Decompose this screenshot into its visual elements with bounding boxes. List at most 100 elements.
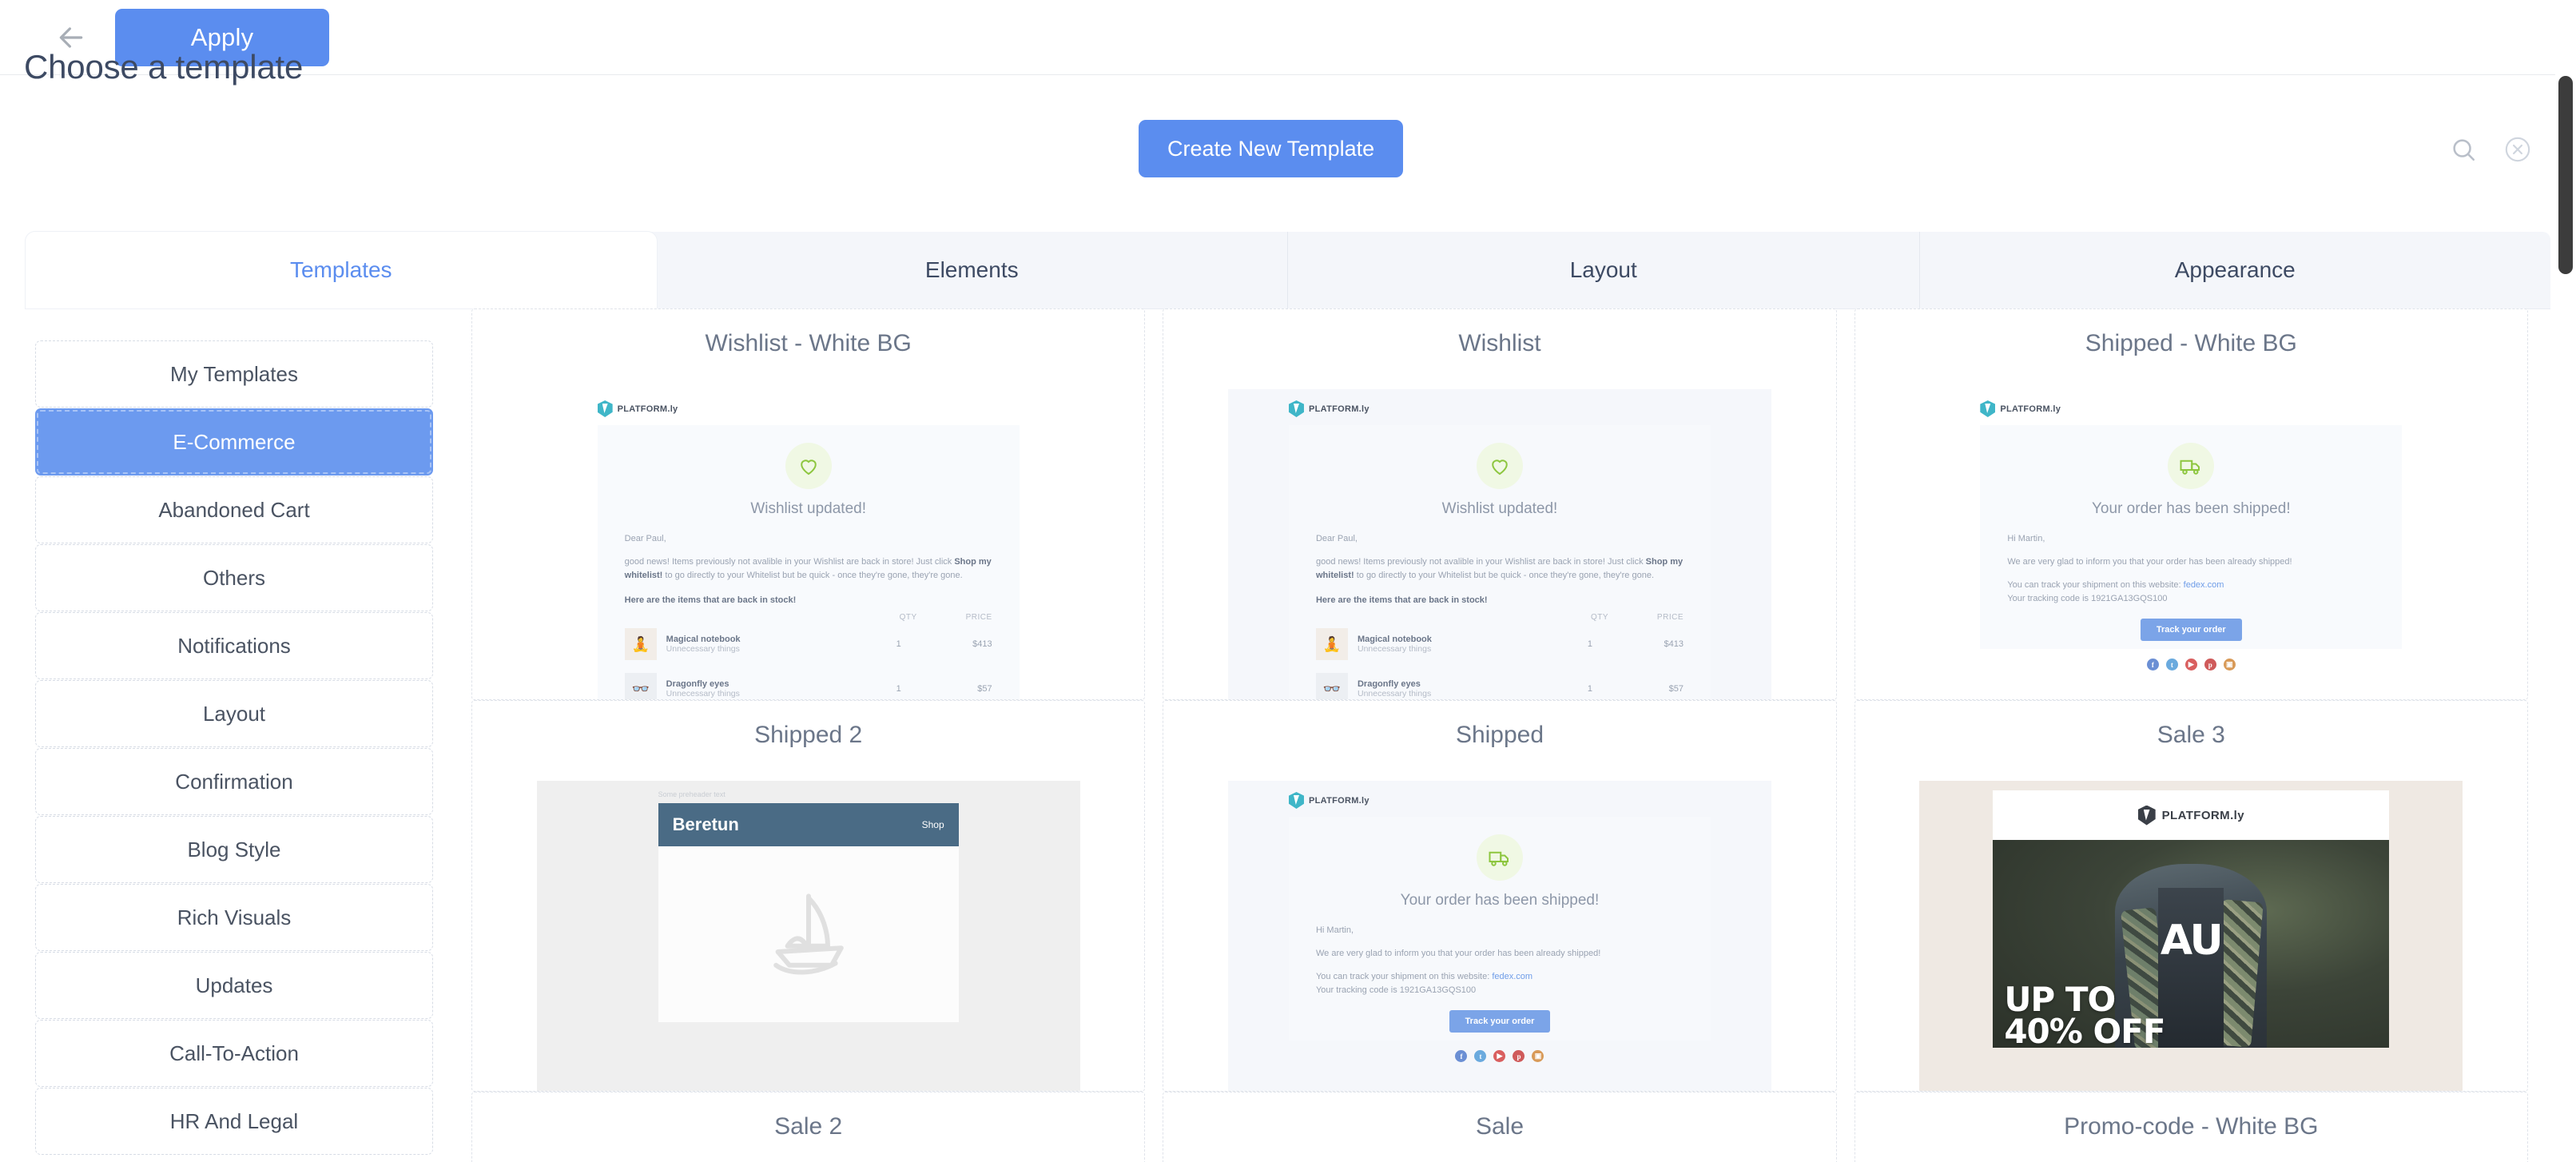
template-card[interactable]: Shipped PLATFORM.ly Your order has been … [1163, 700, 1837, 1092]
product-thumb-icon: 🧘 [624, 628, 657, 661]
offer-text: UP TO 40% OFF [2004, 980, 2165, 1048]
preview-brand: PLATFORM.ly [1228, 792, 1771, 809]
tab-appearance[interactable]: Appearance [1920, 232, 2551, 308]
heart-icon [785, 443, 832, 489]
sidebar-item-abandoned-cart[interactable]: Abandoned Cart [35, 476, 433, 543]
product-thumb-icon: 👓 [624, 673, 657, 699]
platformly-logo-icon [1288, 400, 1304, 417]
template-card-title: Sale 2 [774, 1113, 843, 1140]
page-scrollbar[interactable] [2555, 0, 2576, 1162]
preview-body: good news! Items previously not avalible… [624, 557, 992, 581]
twitter-icon[interactable]: t [1474, 1050, 1487, 1063]
preview-heading: Wishlist updated! [750, 500, 866, 517]
twitter-icon[interactable]: t [2165, 659, 2178, 671]
template-card-title: Sale [1475, 1113, 1525, 1140]
preview-greeting: Dear Paul, [1315, 534, 1358, 543]
template-card[interactable]: Sale 2 [471, 1092, 1146, 1162]
sidebar-item-call-to-action[interactable]: Call-To-Action [35, 1020, 433, 1087]
sidebar-item-layout[interactable]: Layout [35, 680, 433, 747]
preview-item-row: 🧘 Magical notebook Unnecessary things 1 $… [598, 622, 1020, 667]
sidebar-item-others[interactable]: Others [35, 544, 433, 611]
template-card[interactable]: Wishlist - White BG PLATFORM.ly Wishlist… [471, 308, 1146, 700]
truck-icon [2168, 443, 2215, 489]
preview-greeting: Hi Martin, [2007, 534, 2045, 543]
template-card[interactable]: Sale [1163, 1092, 1837, 1162]
tab-layout[interactable]: Layout [1288, 232, 1920, 308]
template-preview: PLATFORM.ly Wishlist updated! Dear Paul,… [1227, 389, 1771, 699]
template-card[interactable]: Promo-code - White BG [1854, 1092, 2528, 1162]
template-preview: PLATFORM.ly AU UP TO 40% OFF [1919, 781, 2463, 1091]
fedex-link[interactable]: fedex.com [2184, 580, 2224, 590]
preview-item-row: 👓 Dragonfly eyes Unnecessary things 1 $57 [1289, 667, 1711, 699]
sidebar-item-blog-style[interactable]: Blog Style [35, 816, 433, 883]
preview-heading: Your order has been shipped! [2092, 500, 2291, 517]
sidebar-item-hr-and-legal[interactable]: HR And Legal [35, 1088, 433, 1155]
youtube-icon[interactable]: ▶ [1493, 1050, 1506, 1063]
template-card-title: Shipped 2 [754, 722, 863, 748]
template-preview: Some preheader text Beretun Shop [536, 781, 1080, 1091]
sailboat-icon [761, 885, 857, 985]
template-card[interactable]: Shipped 2 Some preheader text Beretun Sh… [471, 700, 1146, 1092]
brand-name: Beretun [672, 814, 739, 834]
template-card-title: Wishlist [1458, 330, 1541, 356]
pinterest-icon[interactable]: p [1513, 1050, 1525, 1063]
instagram-icon[interactable]: ▣ [2223, 659, 2236, 671]
category-sidebar: My Templates E-Commerce Abandoned Cart O… [0, 308, 471, 1162]
preview-heading: Wishlist updated! [1441, 500, 1558, 517]
platformly-logo-icon [2137, 805, 2156, 826]
preview-subheading: Here are the items that are back in stoc… [624, 595, 797, 606]
hero-photo: AU UP TO 40% OFF [1993, 840, 2390, 1048]
shop-link[interactable]: Shop [922, 819, 944, 830]
preview-brand: PLATFORM.ly [537, 400, 1080, 417]
tab-templates[interactable]: Templates [26, 232, 657, 308]
preview-greeting: Dear Paul, [624, 534, 666, 543]
tab-elements[interactable]: Elements [657, 232, 1288, 308]
heart-icon [1476, 443, 1523, 489]
sidebar-item-updates[interactable]: Updates [35, 952, 433, 1019]
preview-brand: PLATFORM.ly [1228, 400, 1771, 417]
template-preview: PLATFORM.ly Wishlist updated! Dear Paul,… [536, 389, 1080, 699]
social-icons: f t ▶ p ▣ [1228, 1041, 1771, 1065]
scrollbar-thumb[interactable] [2558, 76, 2573, 274]
page-title: Choose a template [24, 48, 304, 86]
instagram-icon[interactable]: ▣ [1532, 1050, 1544, 1063]
template-card[interactable]: Wishlist PLATFORM.ly Wishlist updated! D… [1163, 308, 1837, 700]
sidebar-item-e-commerce[interactable]: E-Commerce [35, 408, 433, 476]
fedex-link[interactable]: fedex.com [1492, 972, 1532, 981]
top-bar: Apply [0, 0, 2576, 75]
close-circle-icon[interactable] [2501, 133, 2534, 166]
sidebar-item-my-templates[interactable]: My Templates [35, 340, 433, 408]
template-card-title: Sale 3 [2157, 722, 2225, 748]
preview-item-columns: QTY PRICE [1590, 613, 1684, 623]
preview-item-row: 👓 Dragonfly eyes Unnecessary things 1 $57 [598, 667, 1020, 699]
preview-brand: PLATFORM.ly [1919, 400, 2463, 417]
template-card-title: Shipped - White BG [2085, 330, 2297, 356]
preview-greeting: Hi Martin, [1315, 925, 1354, 935]
preview-subheading: Here are the items that are back in stoc… [1315, 595, 1488, 606]
platformly-logo-icon [1288, 792, 1304, 809]
template-card[interactable]: Shipped - White BG PLATFORM.ly Your orde… [1854, 308, 2528, 700]
facebook-icon[interactable]: f [2146, 659, 2159, 671]
tab-bar: Templates Elements Layout Appearance [26, 232, 2550, 308]
sidebar-item-notifications[interactable]: Notifications [35, 612, 433, 679]
sidebar-item-confirmation[interactable]: Confirmation [35, 748, 433, 815]
social-icons: f t ▶ p ▣ [1919, 649, 2463, 674]
template-preview: PLATFORM.ly Your order has been shipped!… [1919, 389, 2463, 699]
create-new-template-button[interactable]: Create New Template [1139, 120, 1404, 177]
search-icon[interactable] [2447, 133, 2480, 166]
template-chooser-app: Apply Choose a template Create New Templ… [0, 0, 2576, 1162]
preview-heading: Your order has been shipped! [1400, 892, 1600, 909]
track-order-button[interactable]: Track your order [2140, 619, 2242, 642]
track-order-button[interactable]: Track your order [1449, 1010, 1551, 1033]
preview-body: We are very glad to inform you that your… [1315, 949, 1601, 959]
facebook-icon[interactable]: f [1455, 1050, 1468, 1063]
templates-grid-scroll[interactable]: Wishlist - White BG PLATFORM.ly Wishlist… [471, 308, 2576, 1162]
preview-tracking: You can track your shipment on this webs… [1315, 972, 1533, 996]
template-preview: PLATFORM.ly Your order has been shipped!… [1227, 781, 1771, 1091]
preview-body: good news! Items previously not avalible… [1315, 557, 1684, 581]
platformly-logo-icon [597, 400, 613, 417]
template-card[interactable]: Sale 3 PLATFORM.ly AU UP TO 40% OFF [1854, 700, 2528, 1092]
sidebar-item-rich-visuals[interactable]: Rich Visuals [35, 884, 433, 951]
pinterest-icon[interactable]: p [2204, 659, 2216, 671]
youtube-icon[interactable]: ▶ [2184, 659, 2197, 671]
